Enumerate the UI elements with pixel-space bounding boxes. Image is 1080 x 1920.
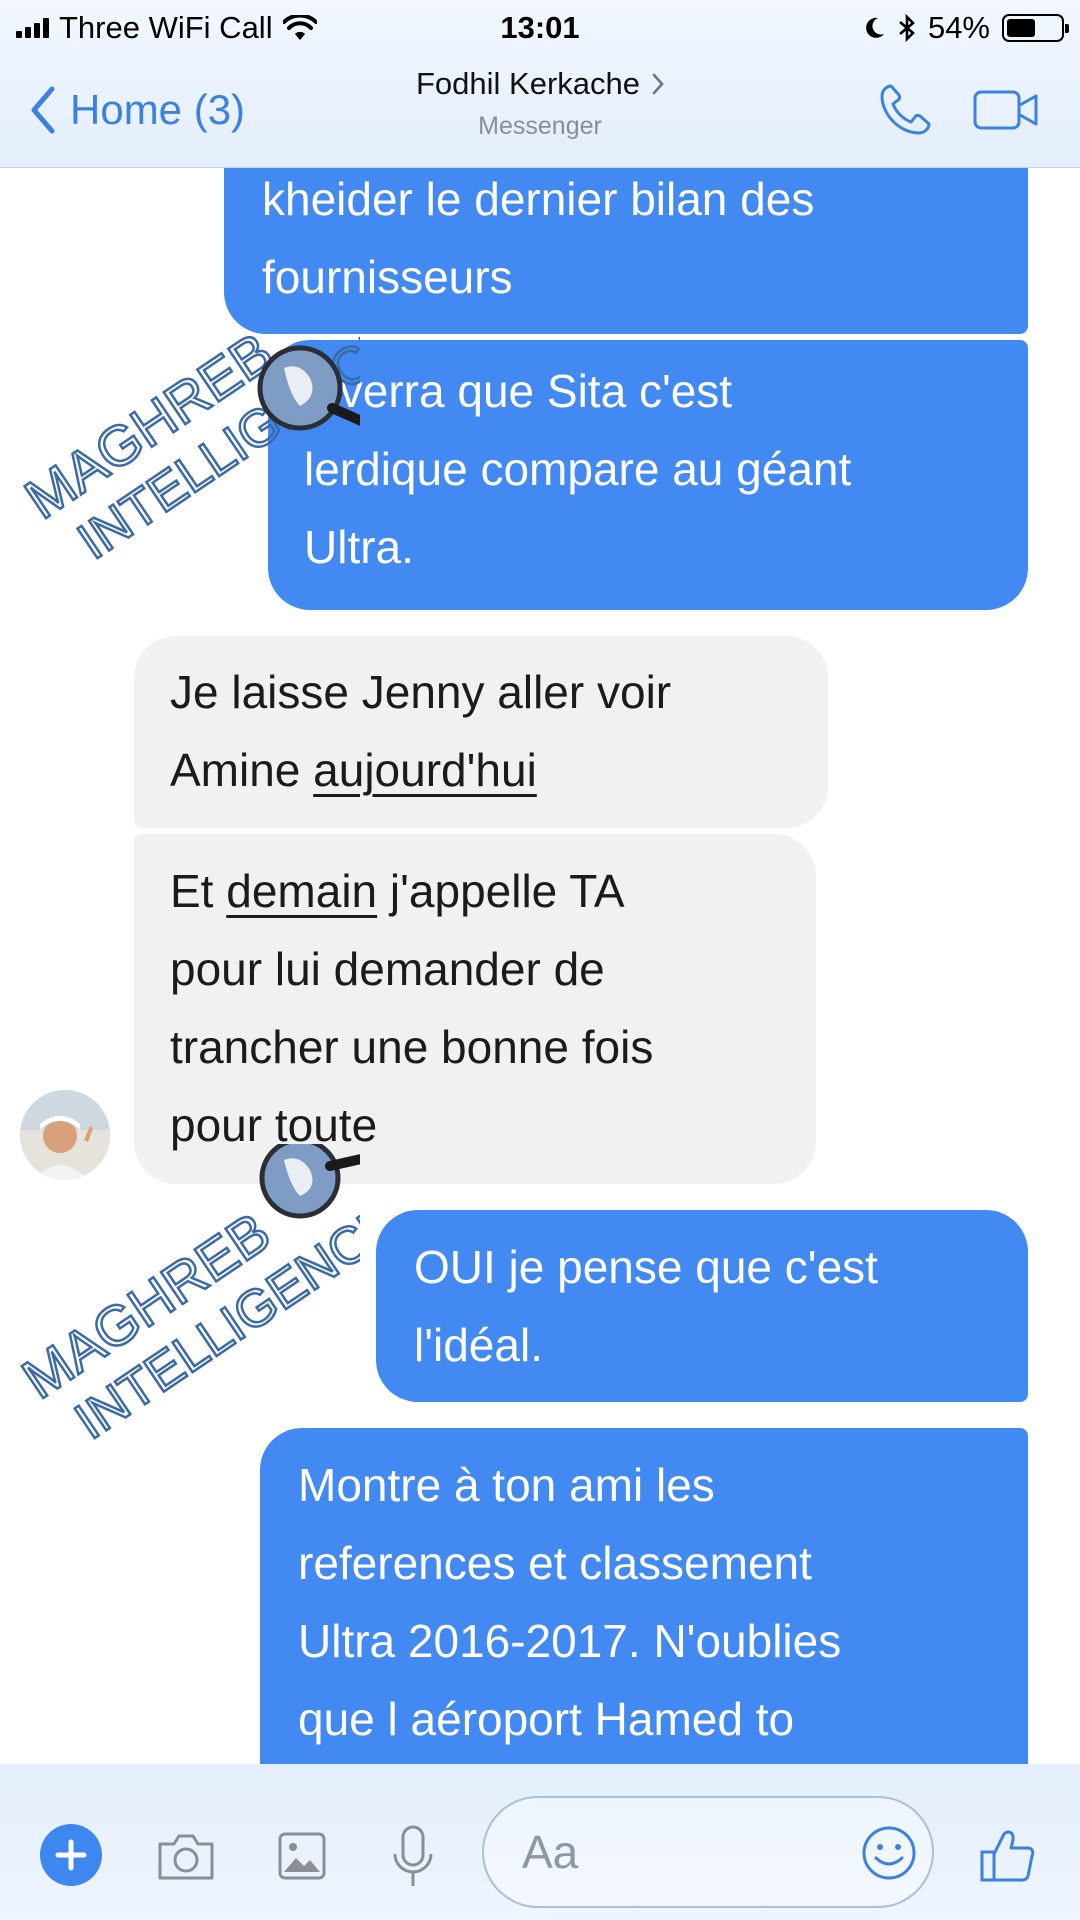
message-text: pour lui demander de <box>170 943 605 995</box>
message-text: pour toute <box>170 1099 378 1151</box>
status-bar-right: 54% <box>864 8 1069 48</box>
like-button[interactable] <box>978 1826 1036 1884</box>
gallery-button[interactable] <box>276 1830 328 1882</box>
watermark-text: MAGHREB <box>14 320 284 531</box>
message-bubble-outgoing[interactable]: kheider le dernier bilan des fournisseur… <box>224 168 1028 334</box>
microphone-icon <box>393 1825 433 1886</box>
message-text: Montre à ton ami les <box>298 1459 715 1511</box>
message-text: lerdique compare au géant <box>304 443 852 495</box>
plus-button[interactable] <box>40 1824 102 1886</box>
emoji-icon[interactable] <box>860 1824 918 1882</box>
image-icon <box>278 1832 326 1880</box>
message-text: fournisseurs <box>262 251 513 303</box>
message-text: Il verra que Sita c'est <box>304 365 733 417</box>
message-text: Amine aujourd'hui <box>170 744 537 796</box>
battery-percent: 54% <box>927 10 990 45</box>
video-camera-icon[interactable] <box>972 88 1040 132</box>
chevron-right-icon <box>652 73 664 95</box>
message-text: kheider le dernier bilan des <box>262 173 815 225</box>
watermark-text: MAGHREB <box>11 1200 281 1411</box>
message-text: Je laisse Jenny aller voir <box>170 666 672 718</box>
message-bubble-outgoing[interactable]: Montre à ton ami les references et class… <box>260 1428 1028 1764</box>
plus-icon <box>55 1839 87 1871</box>
message-text: trancher une bonne fois <box>170 1021 654 1073</box>
message-text: l'idéal. <box>414 1319 543 1371</box>
message-bubble-incoming[interactable]: Je laisse Jenny aller voir Amine aujourd… <box>134 636 828 828</box>
message-thread[interactable]: kheider le dernier bilan des fournisseur… <box>0 168 1080 1764</box>
camera-icon <box>158 1834 214 1880</box>
composer-bar <box>0 1764 1080 1920</box>
battery-icon <box>1002 14 1069 42</box>
message-bubble-outgoing[interactable]: OUI je pense que c'est l'idéal. <box>376 1210 1028 1402</box>
moon-icon <box>866 17 884 38</box>
thumbs-up-icon <box>980 1830 1035 1882</box>
message-text: OUI je pense que c'est <box>414 1241 878 1293</box>
message-input[interactable] <box>522 1825 842 1879</box>
message-text: references et classement <box>298 1537 812 1589</box>
microphone-button[interactable] <box>390 1824 436 1890</box>
watermark-logo: MAGHREB INTELLIGENCE <box>10 1144 360 1444</box>
message-text: Ultra 2016-2017. N'oublies <box>298 1615 842 1667</box>
message-bubble-incoming[interactable]: Et demain j'appelle TA pour lui demander… <box>134 834 816 1184</box>
camera-button[interactable] <box>154 1830 218 1884</box>
contact-name: Fodhil Kerkache <box>415 66 640 101</box>
message-text: que l aéroport Hamed to <box>298 1693 795 1745</box>
message-input-field[interactable] <box>482 1796 934 1908</box>
phone-icon[interactable] <box>876 81 934 139</box>
conversation-header: Three WiFi Call 13:01 54% Home (3) Fodhi… <box>0 0 1080 168</box>
message-bubble-outgoing[interactable]: Il verra que Sita c'est lerdique compare… <box>268 340 1028 610</box>
bluetooth-icon <box>899 14 915 42</box>
contact-avatar[interactable] <box>20 1090 110 1180</box>
message-text: Ultra. <box>304 521 414 573</box>
watermark-text: INTELLIGENCE <box>65 1193 360 1444</box>
message-text: Et demain j'appelle TA <box>170 865 625 917</box>
